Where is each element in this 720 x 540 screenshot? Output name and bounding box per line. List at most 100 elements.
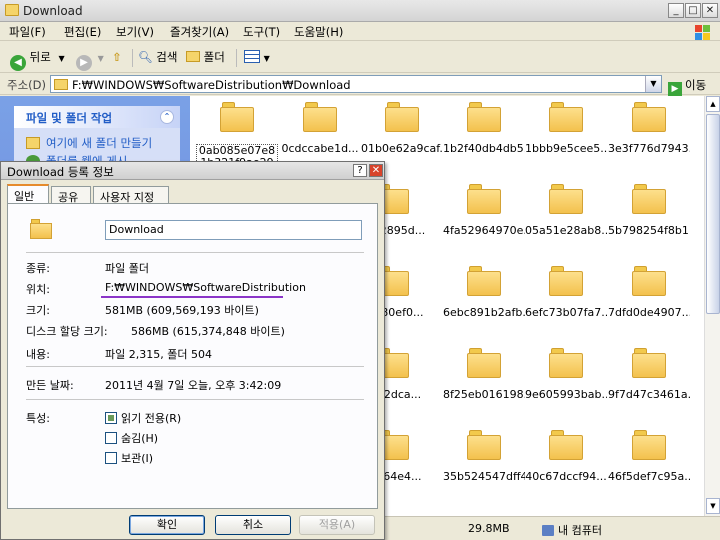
folder-item[interactable]: 6ebc891b2afb... xyxy=(443,264,525,346)
folders-button[interactable]: 폴더 xyxy=(186,47,225,67)
windows-logo-icon xyxy=(692,22,714,41)
help-button[interactable]: ? xyxy=(353,164,367,177)
folder-name: 35b524547dff4... xyxy=(443,470,525,483)
location-value: F:₩WINDOWS₩SoftwareDistribution xyxy=(105,281,306,294)
hidden-checkbox[interactable]: 숨김(H) xyxy=(105,430,158,446)
folder-icon xyxy=(54,79,68,90)
ok-button[interactable]: 확인 xyxy=(129,515,205,535)
folder-name: 5b798254f8b1... xyxy=(608,224,690,237)
forward-button[interactable]: ▶ ▼ xyxy=(76,47,104,71)
close-button[interactable]: ✕ xyxy=(702,3,718,18)
menu-file[interactable]: 파일(F) xyxy=(9,24,46,40)
folder-item[interactable]: 9e605993bab... xyxy=(525,346,607,428)
scroll-up-arrow[interactable]: ▲ xyxy=(706,96,720,112)
folder-item[interactable]: 35b524547dff4... xyxy=(443,428,525,510)
scroll-down-arrow[interactable]: ▼ xyxy=(706,498,720,514)
search-icon: 🔍︎ xyxy=(138,50,153,64)
folder-item[interactable]: 40c67dccf94... xyxy=(525,428,607,510)
status-location-label: 내 컴퓨터 xyxy=(558,524,602,537)
folder-item[interactable]: 4fa52964970e... xyxy=(443,182,525,264)
dialog-title: Download 등록 정보 xyxy=(7,165,114,179)
folder-icon xyxy=(549,430,583,460)
folder-item[interactable]: 5b798254f8b1... xyxy=(608,182,690,264)
size-label: 크기: xyxy=(26,304,50,317)
created-value: 2011년 4월 7일 오늘, 오후 3:42:09 xyxy=(105,379,282,392)
menu-edit[interactable]: 편집(E) xyxy=(64,24,101,40)
dropdown-arrow-icon: ▼ xyxy=(97,54,104,63)
folder-name: 7dfd0de4907... xyxy=(608,306,690,319)
search-button[interactable]: 🔍︎ 검색 xyxy=(138,47,177,67)
menu-help[interactable]: 도움말(H) xyxy=(294,24,343,40)
task-item-label: 여기에 새 폴더 만들기 xyxy=(46,136,153,150)
folder-name: 1b2f40db4db5... xyxy=(443,142,525,155)
folder-icon xyxy=(30,219,52,239)
folder-item[interactable]: 9f7d47c3461a... xyxy=(608,346,690,428)
address-label: 주소(D) xyxy=(7,78,46,92)
type-label: 종류: xyxy=(26,262,50,275)
folder-item[interactable]: 3e3f776d7943... xyxy=(608,100,690,182)
go-label: 이동 xyxy=(685,78,707,92)
size-on-disk-value: 586MB (615,374,848 바이트) xyxy=(131,325,285,338)
folder-icon xyxy=(467,102,501,132)
folder-icon xyxy=(549,102,583,132)
address-dropdown[interactable]: ▼ xyxy=(645,76,661,92)
folder-name: 1bbb9e5cee5... xyxy=(525,142,607,155)
menu-favorites[interactable]: 즐겨찾기(A) xyxy=(170,24,229,40)
cancel-button[interactable]: 취소 xyxy=(215,515,291,535)
tab-general[interactable]: 일반 xyxy=(7,184,49,205)
divider xyxy=(26,366,364,367)
folder-item[interactable]: 7dfd0de4907... xyxy=(608,264,690,346)
minimize-button[interactable]: _ xyxy=(668,3,684,18)
tab-sharing[interactable]: 공유 xyxy=(51,186,91,204)
views-button[interactable]: ▼ xyxy=(244,47,270,67)
go-button[interactable]: ▶ 이동 xyxy=(668,77,706,96)
dialog-close-button[interactable]: ✕ xyxy=(369,164,383,177)
tab-customize[interactable]: 사용자 지정 xyxy=(93,186,169,204)
folder-item[interactable]: 46f5def7c95a... xyxy=(608,428,690,510)
scroll-thumb[interactable] xyxy=(706,114,720,314)
address-path: F:₩WINDOWS₩SoftwareDistribution₩Download xyxy=(72,78,351,92)
up-folder-button[interactable]: ⇧ xyxy=(112,47,122,67)
menu-bar: 파일(F) 편집(E) 보기(V) 즐겨찾기(A) 도구(T) 도움말(H) xyxy=(0,22,720,41)
address-bar: 주소(D) F:₩WINDOWS₩SoftwareDistribution₩Do… xyxy=(0,73,720,96)
views-icon xyxy=(244,50,260,63)
folder-item[interactable]: 05a51e28ab8... xyxy=(525,182,607,264)
toolbar-separator xyxy=(132,49,133,67)
back-button[interactable]: ◀ 뒤로 ▼ xyxy=(10,47,65,71)
menu-tools[interactable]: 도구(T) xyxy=(243,24,280,40)
folder-icon xyxy=(467,266,501,296)
address-input[interactable]: F:₩WINDOWS₩SoftwareDistribution₩Download… xyxy=(50,75,662,93)
apply-button[interactable]: 적용(A) xyxy=(299,515,375,535)
location-label: 위치: xyxy=(26,283,50,296)
collapse-icon[interactable]: ⌃ xyxy=(160,110,174,124)
folder-icon xyxy=(467,430,501,460)
dropdown-arrow-icon: ▼ xyxy=(58,54,65,63)
task-header[interactable]: 파일 및 폴더 작업 ⌃ xyxy=(14,106,180,128)
folder-name: 6ebc891b2afb... xyxy=(443,306,525,319)
readonly-checkbox[interactable]: 읽기 전용(R) xyxy=(105,410,181,426)
archive-checkbox[interactable]: 보관(I) xyxy=(105,450,153,466)
up-arrow-icon: ⇧ xyxy=(112,50,122,64)
folder-icon xyxy=(632,184,666,214)
folder-name: 9e605993bab... xyxy=(525,388,607,401)
folder-name: 4fa52964970e... xyxy=(443,224,525,237)
folder-icon xyxy=(632,102,666,132)
back-label: 뒤로 xyxy=(29,50,51,64)
folder-icon xyxy=(632,430,666,460)
folder-item[interactable]: 6efc73b07fa7... xyxy=(525,264,607,346)
attributes-label: 특성: xyxy=(26,412,50,425)
folder-item[interactable]: 8f25eb016198... xyxy=(443,346,525,428)
folder-item[interactable]: 1bbb9e5cee5... xyxy=(525,100,607,182)
vertical-scrollbar[interactable]: ▲ ▼ xyxy=(704,96,720,516)
folder-icon xyxy=(467,348,501,378)
menu-view[interactable]: 보기(V) xyxy=(116,24,154,40)
new-folder-icon xyxy=(26,137,40,149)
folder-item[interactable]: 1b2f40db4db5... xyxy=(443,100,525,182)
checkbox-box xyxy=(105,412,117,424)
folder-name-field[interactable]: Download xyxy=(105,220,362,240)
toolbar: ◀ 뒤로 ▼ ▶ ▼ ⇧ 🔍︎ 검색 폴더 ▼ xyxy=(0,41,720,73)
folder-name: 40c67dccf94... xyxy=(525,470,607,483)
task-new-folder[interactable]: 여기에 새 폴더 만들기 xyxy=(14,134,180,152)
task-title: 파일 및 폴더 작업 xyxy=(26,111,113,125)
maximize-button[interactable]: □ xyxy=(685,3,701,18)
